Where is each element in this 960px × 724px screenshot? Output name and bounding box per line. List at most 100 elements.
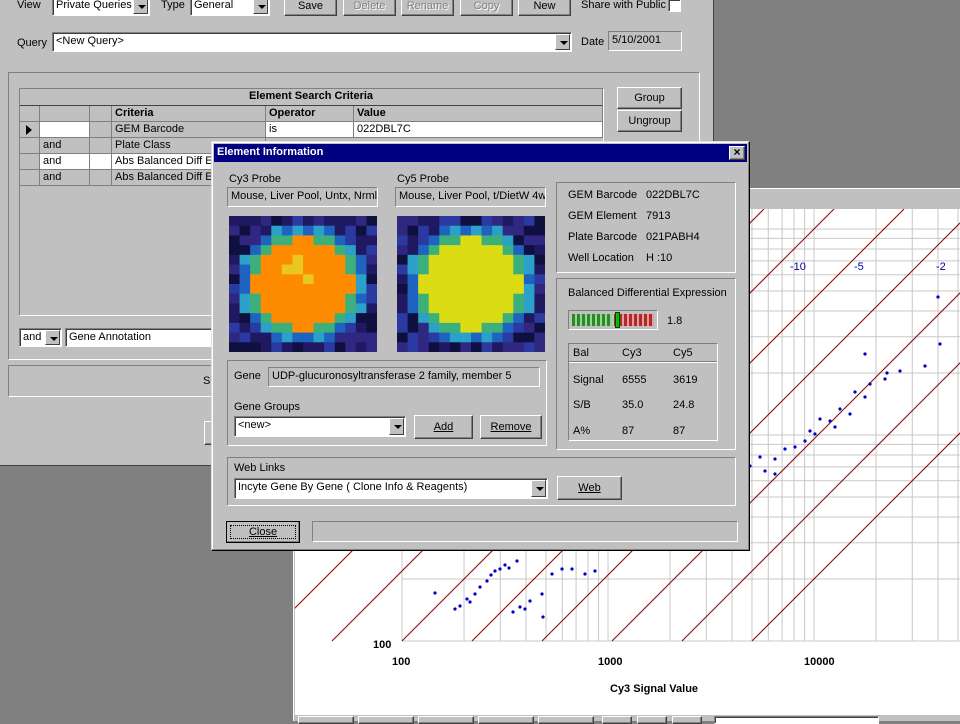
table-row-conj[interactable]: and (40, 170, 90, 186)
dialog-titlebar[interactable]: Element Information × (214, 144, 747, 162)
chevron-down-icon[interactable] (531, 480, 546, 497)
conjunction-select[interactable]: and (19, 328, 62, 347)
plot-toolbar-button[interactable] (298, 716, 354, 724)
add-button[interactable]: Add (414, 415, 473, 439)
row-selector[interactable] (20, 122, 40, 138)
spot-pixel (481, 245, 493, 256)
spot-pixel (324, 216, 336, 227)
spot-pixel (250, 264, 262, 275)
view-select-value: Private Queries (56, 0, 132, 11)
partial-label: S (203, 375, 211, 387)
type-select[interactable]: General (190, 0, 270, 16)
status-bar (312, 521, 738, 542)
spot-pixel (428, 322, 440, 334)
new-button[interactable]: New (518, 0, 571, 16)
delete-button[interactable]: Delete (343, 0, 396, 16)
web-button[interactable]: Web (557, 476, 622, 500)
table-row-criteria[interactable]: GEM Barcode (112, 122, 266, 138)
gem-element-label: GEM Element (568, 210, 637, 222)
chevron-down-icon[interactable] (389, 418, 404, 435)
field-select[interactable]: Gene Annotation (65, 328, 215, 347)
spot-pixel (449, 264, 461, 275)
close-icon[interactable]: × (729, 146, 745, 160)
table-row-value[interactable]: 022DBL7C (354, 122, 603, 138)
table-row-blank[interactable] (90, 138, 112, 154)
table-row-blank[interactable] (90, 122, 112, 138)
table-row-blank[interactable] (90, 170, 112, 186)
grid-header-operator[interactable]: Operator (266, 106, 354, 122)
copy-button[interactable]: Copy (460, 0, 513, 16)
spot-pixel (428, 225, 440, 236)
plot-toolbar-select[interactable] (714, 716, 879, 724)
spot-pixel (502, 264, 514, 275)
table-row-conj[interactable]: and (40, 154, 90, 170)
spot-pixel (260, 225, 272, 236)
spot-pixel (397, 235, 409, 246)
spot-pixel (250, 303, 262, 314)
spot-pixel (460, 216, 472, 227)
web-links-select[interactable]: Incyte Gene By Gene ( Clone Info & Reage… (234, 478, 548, 499)
close-button[interactable]: Close (226, 521, 300, 543)
spot-pixel (366, 235, 377, 246)
row-selector[interactable] (20, 154, 40, 170)
plot-toolbar-button[interactable] (418, 716, 474, 724)
gem-barcode-label: GEM Barcode (568, 189, 638, 201)
spot-pixel (345, 322, 357, 334)
spot-pixel (481, 216, 493, 227)
spot-pixel (355, 332, 367, 343)
row-selector[interactable] (20, 170, 40, 186)
table-row-operator[interactable]: is (266, 122, 354, 138)
chevron-down-icon[interactable] (253, 0, 268, 14)
save-button[interactable]: Save (284, 0, 337, 16)
spot-pixel (460, 332, 472, 343)
spot-pixel (502, 274, 514, 285)
remove-button[interactable]: Remove (480, 415, 542, 439)
bde-meter-green (572, 314, 612, 326)
grid-header-value[interactable]: Value (354, 106, 603, 122)
spot-pixel (229, 303, 241, 314)
spot-pixel (407, 293, 419, 304)
spot-pixel (471, 303, 483, 314)
spot-pixel (324, 274, 336, 285)
spot-pixel (271, 293, 283, 304)
spot-pixel (313, 254, 325, 266)
spot-pixel (534, 332, 545, 343)
gene-groups-select[interactable]: <new> (234, 416, 406, 437)
spot-pixel (271, 332, 283, 343)
chevron-down-icon[interactable] (133, 0, 148, 14)
table-row-conj[interactable]: and (40, 138, 90, 154)
chevron-down-icon[interactable] (555, 34, 570, 50)
plot-toolbar-button[interactable] (358, 716, 414, 724)
spot-pixel (439, 264, 451, 275)
spot-pixel (334, 225, 346, 236)
plot-toolbar-button[interactable] (672, 716, 702, 724)
ungroup-button[interactable]: Ungroup (617, 110, 682, 132)
plot-toolbar-button[interactable] (538, 716, 594, 724)
spot-pixel (460, 322, 472, 334)
spot-pixel (481, 313, 493, 324)
table-row-conj[interactable] (40, 122, 90, 138)
share-checkbox[interactable] (668, 0, 681, 12)
row-selector[interactable] (20, 138, 40, 154)
spot-pixel (407, 342, 419, 352)
spot-pixel (481, 264, 493, 275)
grid-header-conj (40, 106, 90, 122)
data-point (507, 566, 511, 570)
spot-pixel (281, 293, 293, 304)
table-row-blank[interactable] (90, 154, 112, 170)
view-select[interactable]: Private Queries (52, 0, 150, 16)
query-select[interactable]: <New Query> (52, 32, 572, 52)
plot-toolbar-button[interactable] (478, 716, 534, 724)
spot-pixel (313, 332, 325, 343)
spot-pixel (397, 342, 409, 352)
chevron-down-icon[interactable] (45, 330, 60, 345)
grid-header-criteria[interactable]: Criteria (112, 106, 266, 122)
spot-pixel (460, 303, 472, 314)
spot-pixel (271, 303, 283, 314)
plot-toolbar-button[interactable] (602, 716, 632, 724)
plot-toolbar-button[interactable] (637, 716, 667, 724)
spot-pixel (492, 303, 504, 314)
rename-button[interactable]: Rename (401, 0, 454, 16)
spot-pixel (239, 284, 251, 295)
group-button[interactable]: Group (617, 87, 682, 109)
